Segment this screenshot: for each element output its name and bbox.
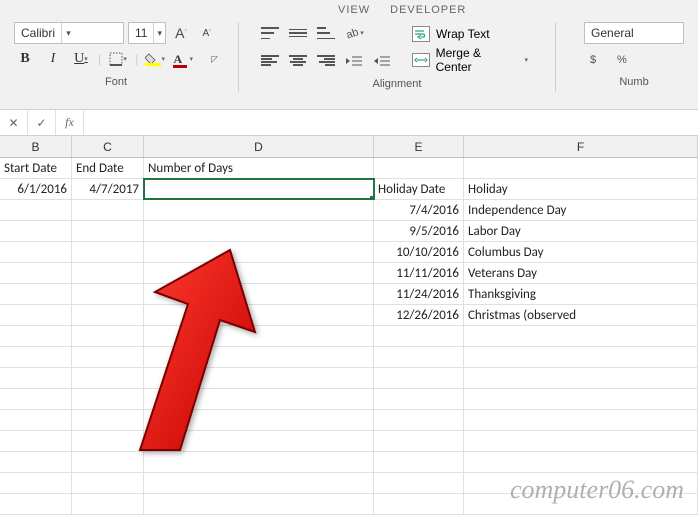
number-group-label: Numb <box>619 76 648 88</box>
table-row: 6/1/2016 4/7/2017 Holiday Date Holiday <box>0 179 698 200</box>
svg-text:$: $ <box>590 54 596 66</box>
decrease-indent-button[interactable] <box>343 50 365 72</box>
chevron-down-icon: ▾ <box>153 23 165 43</box>
alignment-group-label: Alignment <box>373 78 422 90</box>
formula-bar: ✕ ✓ fx <box>0 110 698 136</box>
italic-button[interactable]: I <box>42 48 64 70</box>
percent-button[interactable]: % <box>612 48 634 70</box>
wrap-text-label: Wrap Text <box>436 27 490 41</box>
cell[interactable] <box>0 200 72 220</box>
cell[interactable]: 10/10/2016 <box>374 242 464 262</box>
cell[interactable]: Thanksgiving <box>464 284 698 304</box>
svg-text:ab: ab <box>345 26 360 41</box>
cell[interactable]: 11/24/2016 <box>374 284 464 304</box>
cell[interactable] <box>144 200 374 220</box>
table-row: 9/5/2016 Labor Day <box>0 221 698 242</box>
col-header-B[interactable]: B <box>0 136 72 157</box>
table-row: 10/10/2016 Columbus Day <box>0 242 698 263</box>
align-center-button[interactable] <box>287 50 309 72</box>
fill-handle[interactable] <box>370 196 374 199</box>
font-color-button[interactable]: A ▾ <box>172 48 194 70</box>
cell[interactable]: 6/1/2016 <box>0 179 72 199</box>
increase-indent-button[interactable] <box>371 50 393 72</box>
worksheet-grid: B C D E F Start Date End Date Number of … <box>0 136 698 515</box>
font-size-combo[interactable]: 11 ▾ <box>128 22 166 44</box>
tab-view[interactable]: VIEW <box>338 4 370 16</box>
cell[interactable]: 9/5/2016 <box>374 221 464 241</box>
decrease-font-button[interactable]: Aˇ <box>196 22 218 44</box>
cell[interactable]: Holiday <box>464 179 698 199</box>
merge-center-button[interactable]: Merge & Center ▾ <box>405 48 535 72</box>
font-dialog-launcher-icon[interactable]: ◸ <box>211 54 218 65</box>
group-divider <box>238 22 239 92</box>
cell[interactable]: Independence Day <box>464 200 698 220</box>
col-header-E[interactable]: E <box>374 136 464 157</box>
accounting-button[interactable]: $ <box>584 48 606 70</box>
align-right-button[interactable] <box>315 50 337 72</box>
number-group: General $ % Numb <box>578 20 690 92</box>
cell[interactable]: Start Date <box>0 158 72 178</box>
cell[interactable] <box>374 158 464 178</box>
cell[interactable]: Veterans Day <box>464 263 698 283</box>
selected-cell[interactable] <box>144 179 374 199</box>
formula-input[interactable] <box>84 110 698 135</box>
insert-function-button[interactable]: fx <box>56 110 84 135</box>
cell[interactable]: End Date <box>72 158 144 178</box>
cell[interactable] <box>464 158 698 178</box>
merge-icon <box>412 53 430 67</box>
column-headers: B C D E F <box>0 136 698 158</box>
grid-rows: Start Date End Date Number of Days 6/1/2… <box>0 158 698 515</box>
cell[interactable]: Number of Days <box>144 158 374 178</box>
cell[interactable]: Holiday Date <box>374 179 464 199</box>
align-middle-button[interactable] <box>287 22 309 44</box>
cell[interactable]: 11/11/2016 <box>374 263 464 283</box>
ribbon-tabs-partial: VIEW DEVELOPER <box>8 4 690 20</box>
col-header-C[interactable]: C <box>72 136 144 157</box>
col-header-D[interactable]: D <box>144 136 374 157</box>
cell[interactable]: 4/7/2017 <box>72 179 144 199</box>
watermark: computer06.com <box>510 475 684 505</box>
wrap-text-button[interactable]: Wrap Text <box>405 22 535 46</box>
fill-color-button[interactable]: ▾ <box>144 48 166 70</box>
number-format-combo[interactable]: General <box>584 22 684 44</box>
font-size-value: 11 <box>129 26 153 40</box>
cell[interactable]: 12/26/2016 <box>374 305 464 325</box>
orientation-button[interactable]: ab▾ <box>343 22 365 44</box>
table-row: 7/4/2016 Independence Day <box>0 200 698 221</box>
increase-font-button[interactable]: Aˆ <box>170 22 192 44</box>
align-left-button[interactable] <box>259 50 281 72</box>
merge-center-label: Merge & Center <box>436 46 519 74</box>
cell[interactable]: Christmas (observed <box>464 305 698 325</box>
col-header-F[interactable]: F <box>464 136 698 157</box>
alignment-group: ab▾ Wrap Text <box>253 20 541 92</box>
table-row: 11/11/2016 Veterans Day <box>0 263 698 284</box>
table-row: 12/26/2016 Christmas (observed <box>0 305 698 326</box>
wrap-text-icon <box>412 26 430 42</box>
enter-formula-button[interactable]: ✓ <box>28 110 56 135</box>
font-name-value: Calibri <box>15 26 61 40</box>
font-name-combo[interactable]: Calibri ▾ <box>14 22 124 44</box>
tab-developer[interactable]: DEVELOPER <box>390 4 466 16</box>
bold-button[interactable]: B <box>14 48 36 70</box>
cell[interactable]: 7/4/2016 <box>374 200 464 220</box>
svg-text:%: % <box>617 54 627 66</box>
number-format-value: General <box>585 26 640 40</box>
align-top-button[interactable] <box>259 22 281 44</box>
border-button[interactable]: ▾ <box>107 48 129 70</box>
cancel-formula-button[interactable]: ✕ <box>0 110 28 135</box>
align-bottom-button[interactable] <box>315 22 337 44</box>
table-row: Start Date End Date Number of Days <box>0 158 698 179</box>
font-group: Calibri ▾ 11 ▾ Aˆ Aˇ B I <box>8 20 224 92</box>
underline-button[interactable]: U▾ <box>70 48 92 70</box>
table-row: 11/24/2016 Thanksgiving <box>0 284 698 305</box>
chevron-down-icon: ▾ <box>61 23 75 43</box>
font-group-label: Font <box>105 76 127 88</box>
cell[interactable] <box>72 200 144 220</box>
cell[interactable]: Labor Day <box>464 221 698 241</box>
cell[interactable]: Columbus Day <box>464 242 698 262</box>
group-divider <box>555 22 556 92</box>
ribbon: VIEW DEVELOPER Calibri ▾ 11 ▾ Aˆ <box>0 0 698 110</box>
